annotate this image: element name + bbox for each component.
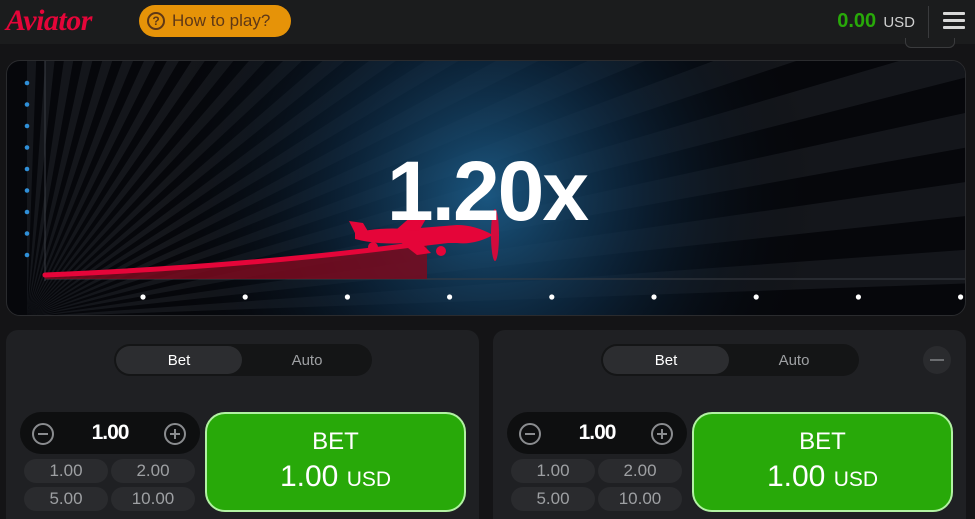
minus-icon[interactable] — [519, 423, 541, 445]
x-axis-dot — [753, 294, 759, 300]
x-axis-dot — [651, 294, 657, 300]
how-to-play-button[interactable]: ? How to play? — [139, 5, 291, 37]
quick-bet-button[interactable]: 10.00 — [598, 487, 682, 511]
how-to-play-label: How to play? — [172, 11, 271, 30]
x-axis-dot — [242, 294, 248, 300]
plus-icon[interactable] — [651, 423, 673, 445]
multiplier-readout: 1.20x — [386, 144, 589, 238]
x-axis-dot — [140, 294, 146, 300]
stake-value[interactable]: 1.00 — [547, 421, 647, 445]
bet-button[interactable]: BET 1.00 USD — [205, 412, 466, 512]
y-axis-dot — [24, 252, 30, 258]
bet-button-amount-line: 1.00 USD — [694, 460, 951, 494]
question-icon: ? — [147, 12, 165, 30]
quick-bet-button[interactable]: 1.00 — [511, 459, 595, 483]
quick-bet-button[interactable]: 5.00 — [511, 487, 595, 511]
game-canvas: 1.20x — [6, 60, 966, 316]
x-axis-dot — [447, 294, 453, 300]
remove-panel-button[interactable] — [923, 346, 951, 374]
y-axis-dot — [24, 102, 30, 107]
quick-bet-button[interactable]: 2.00 — [598, 459, 682, 483]
quick-bet-button[interactable]: 2.00 — [111, 459, 195, 483]
balance: 0.00 USD — [837, 10, 915, 33]
bet-button-currency: USD — [346, 468, 392, 491]
y-axis-dot — [24, 123, 30, 129]
aviator-logo: Aviator — [6, 4, 92, 37]
x-axis-dot — [855, 294, 862, 300]
balance-amount: 0.00 — [837, 10, 877, 32]
bet-panel-1: Bet Auto 1.00 1.00 2.00 5.00 10.00 BET 1… — [6, 330, 479, 519]
minus-icon[interactable] — [32, 423, 54, 445]
y-axis-dot — [24, 80, 30, 86]
stake-stepper: 1.00 — [20, 412, 200, 454]
menu-icon[interactable] — [943, 12, 965, 32]
top-bar: Aviator ? How to play? 0.00 USD — [0, 0, 975, 44]
tab-bet[interactable]: Bet — [603, 346, 729, 374]
tab-bet[interactable]: Bet — [116, 346, 242, 374]
bet-mode-tabs: Bet Auto — [114, 344, 372, 376]
bet-button-currency: USD — [833, 468, 879, 491]
bet-button[interactable]: BET 1.00 USD — [692, 412, 953, 512]
quick-bet-button[interactable]: 1.00 — [24, 459, 108, 483]
tab-auto[interactable]: Auto — [244, 346, 370, 374]
stake-value[interactable]: 1.00 — [60, 421, 160, 445]
quick-bet-button[interactable]: 5.00 — [24, 487, 108, 511]
bet-button-amount: 1.00 — [766, 460, 826, 493]
bet-button-amount-line: 1.00 USD — [207, 460, 464, 494]
header-divider — [928, 6, 929, 38]
x-axis-dot — [344, 294, 350, 300]
bet-panel-2: Bet Auto 1.00 1.00 2.00 5.00 10.00 BET 1… — [493, 330, 966, 519]
balance-currency: USD — [883, 14, 915, 31]
x-axis-dot — [549, 294, 555, 300]
bet-button-amount: 1.00 — [279, 460, 339, 493]
plus-icon[interactable] — [164, 423, 186, 445]
quick-bet-button[interactable]: 10.00 — [111, 487, 195, 511]
x-axis-dot — [958, 294, 964, 300]
tab-auto[interactable]: Auto — [731, 346, 857, 374]
history-toggle[interactable] — [905, 38, 955, 48]
bet-mode-tabs: Bet Auto — [601, 344, 859, 376]
bet-button-label: BET — [799, 428, 846, 455]
bet-button-label: BET — [312, 428, 359, 455]
stake-stepper: 1.00 — [507, 412, 687, 454]
